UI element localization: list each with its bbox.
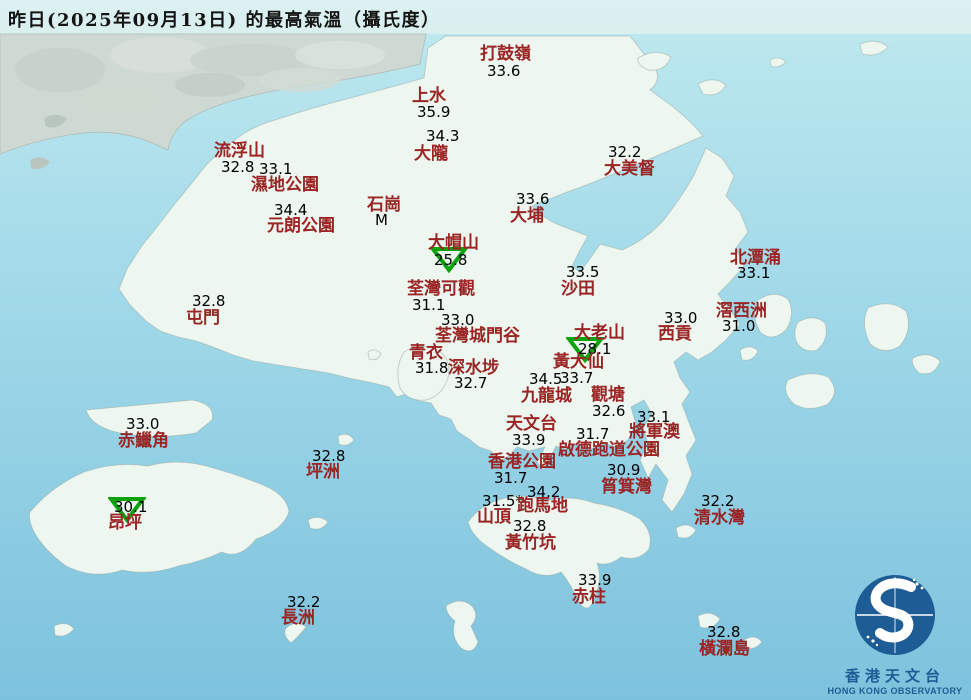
station-value: 33.1 bbox=[737, 264, 771, 282]
station-name: 長洲 bbox=[281, 608, 315, 628]
station-name: 天文台 bbox=[506, 414, 557, 434]
station-value: 35.9 bbox=[417, 103, 451, 121]
station-name: 荃灣可觀 bbox=[407, 279, 475, 299]
station-value: 30.9 bbox=[607, 461, 641, 479]
station-name: 觀塘 bbox=[591, 385, 625, 405]
station-value: 33.0 bbox=[126, 415, 160, 433]
station-name: 打鼓嶺 bbox=[480, 44, 531, 64]
station-name: 赤鱲角 bbox=[118, 431, 169, 451]
station-value: 32.2 bbox=[701, 492, 735, 510]
hko-logo-icon bbox=[855, 575, 935, 655]
station-name: 大老山 bbox=[574, 323, 625, 343]
station-name: 西貢 bbox=[658, 324, 692, 344]
station-name: 坪洲 bbox=[306, 462, 340, 482]
station-name: 上水 bbox=[412, 86, 446, 106]
station-name: 北潭涌 bbox=[730, 248, 781, 268]
station-value: 32.8 bbox=[513, 517, 547, 535]
station-value: 33.6 bbox=[516, 190, 550, 208]
station-name: 赤柱 bbox=[572, 587, 606, 607]
station-name: 流浮山 bbox=[214, 141, 265, 161]
station-name: 橫瀾島 bbox=[699, 639, 750, 659]
station-name: 九龍城 bbox=[521, 386, 572, 406]
station-value: 34.3 bbox=[426, 127, 460, 145]
station-name: 大帽山 bbox=[428, 233, 479, 253]
station-name: 屯門 bbox=[186, 308, 220, 328]
station-value: 25.8 bbox=[434, 251, 468, 269]
station-value: 33.9 bbox=[578, 571, 612, 589]
station-name: 石崗 bbox=[367, 195, 401, 215]
station-name: 青衣 bbox=[409, 343, 443, 363]
station-value: 33.7 bbox=[560, 369, 594, 387]
station-name: 荃灣城門谷 bbox=[435, 326, 520, 346]
station-value: 33.6 bbox=[487, 62, 521, 80]
weather-map: 昨日(2025年09月13日) 的最高氣溫（攝氏度） 33.6 打鼓嶺 35.9 上水… bbox=[0, 0, 971, 700]
station-name: 滘西洲 bbox=[716, 301, 767, 321]
station-name: 香港公園 bbox=[488, 452, 556, 472]
station-name: 將軍澳 bbox=[629, 422, 680, 442]
station-value: 33.9 bbox=[512, 431, 546, 449]
station-name: 深水埗 bbox=[448, 358, 499, 378]
hko-logo: 香港天文台 HONG KONG OBSERVATORY bbox=[825, 571, 965, 696]
station-name: 大埔 bbox=[510, 206, 544, 226]
hko-logo-cn: 香港天文台 bbox=[844, 667, 945, 685]
station-name: 啟德跑道公園 bbox=[558, 440, 660, 460]
station-value: 31.8 bbox=[415, 359, 449, 377]
station-name: 大美督 bbox=[604, 159, 655, 179]
station-value: 34.5 bbox=[529, 370, 563, 388]
station-value: 32.7 bbox=[454, 374, 488, 392]
station-value: M bbox=[375, 211, 388, 229]
hko-logo-en: HONG KONG OBSERVATORY bbox=[827, 686, 963, 696]
station-name: 山頂 bbox=[477, 507, 511, 527]
station-value: 32.8 bbox=[221, 158, 255, 176]
station-value: 31.7 bbox=[494, 469, 528, 487]
station-name: 大隴 bbox=[414, 144, 448, 164]
station-name: 黃大仙 bbox=[553, 352, 604, 372]
station-name: 跑馬地 bbox=[517, 496, 568, 516]
station-name: 清水灣 bbox=[694, 508, 745, 528]
station-value: 32.8 bbox=[707, 623, 741, 641]
station-name: 黃竹坑 bbox=[505, 533, 556, 553]
station-value: 32.2 bbox=[608, 143, 642, 161]
station-value: 32.6 bbox=[592, 402, 626, 420]
station-value: 32.8 bbox=[192, 292, 226, 310]
station-value: 33.5 bbox=[566, 263, 600, 281]
station-name: 沙田 bbox=[561, 279, 595, 299]
station-name: 濕地公園 bbox=[251, 175, 319, 195]
station-value: 31.0 bbox=[722, 317, 756, 335]
station-name: 筲箕灣 bbox=[601, 477, 652, 497]
station-name: 元朗公園 bbox=[267, 216, 335, 236]
station-name: 昂坪 bbox=[108, 513, 142, 533]
